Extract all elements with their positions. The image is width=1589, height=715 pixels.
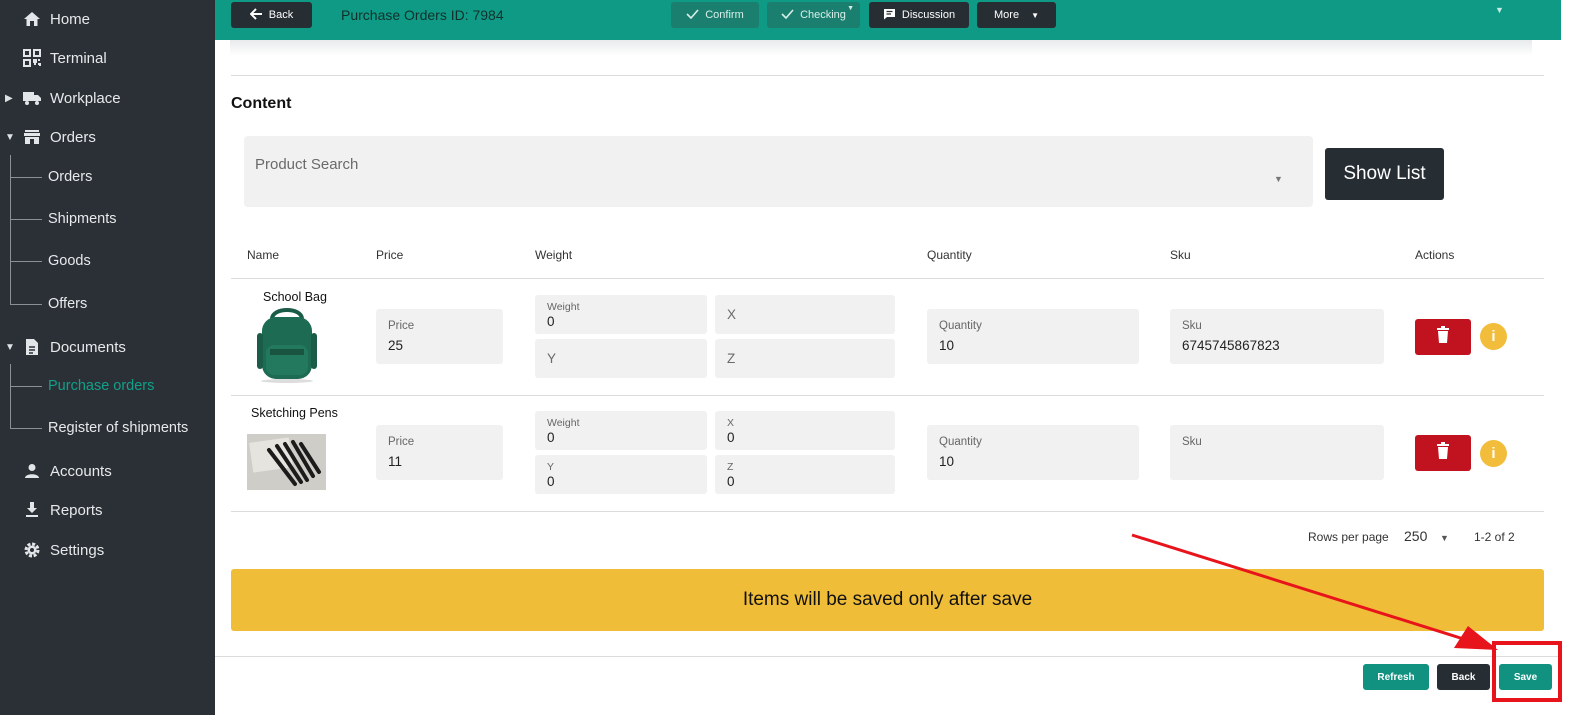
annotation-arrow [1131,533,1471,643]
annotation-arrowhead [1454,626,1498,650]
annotation-highlight-box [1492,641,1562,702]
annotation-overlay [1131,533,1562,702]
app: Home Terminal ▶ Workplace ▼ Orders Order… [0,0,1589,715]
